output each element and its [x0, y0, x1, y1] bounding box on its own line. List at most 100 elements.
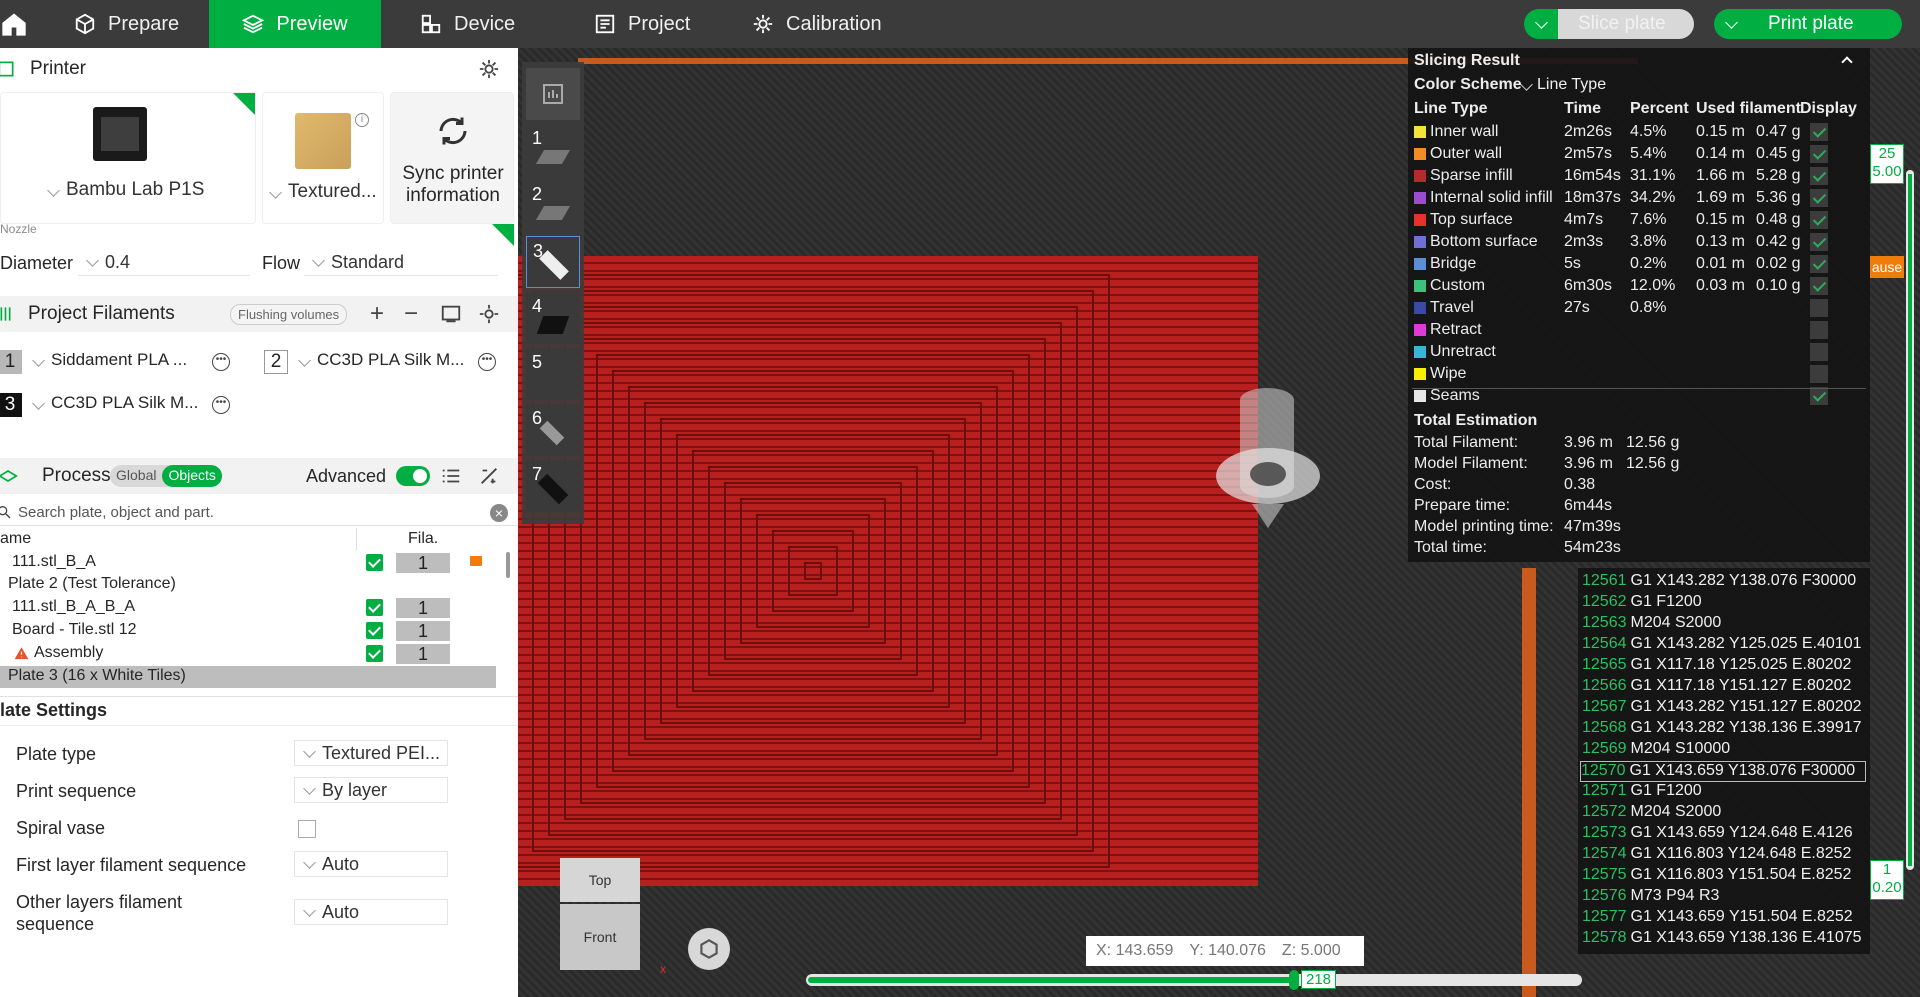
printer-settings-icon[interactable] — [478, 58, 500, 80]
scroll-thumb[interactable] — [506, 552, 510, 578]
filament-more-icon[interactable]: ••• — [212, 353, 230, 371]
info-icon[interactable]: i — [355, 113, 369, 127]
filament-settings-icon[interactable] — [478, 303, 500, 325]
tab-preview[interactable]: Preview — [209, 0, 381, 48]
print-dropdown[interactable] — [1714, 9, 1748, 39]
gcode-line[interactable]: 12578 G1 X143.659 Y138.136 E.41075 — [1582, 929, 1862, 950]
tab-project[interactable]: Project — [594, 0, 714, 48]
diameter-select[interactable]: 0.4 — [78, 250, 250, 276]
display-checkbox[interactable] — [1810, 387, 1828, 405]
compare-icon[interactable] — [478, 465, 500, 487]
object-checkbox[interactable] — [366, 554, 383, 571]
filament-more-icon[interactable]: ••• — [212, 396, 230, 414]
object-filament[interactable]: 1 — [396, 644, 450, 664]
display-checkbox[interactable] — [1810, 233, 1828, 251]
gcode-line[interactable]: 12564 G1 X143.282 Y125.025 E.40101 — [1582, 635, 1862, 656]
gcode-line[interactable]: 12573 G1 X143.659 Y124.648 E.4126 — [1582, 824, 1853, 845]
flow-select[interactable]: Standard — [304, 250, 498, 276]
view-front[interactable]: Front — [560, 904, 640, 970]
list-item[interactable]: Plate 2 (Test Tolerance) — [0, 574, 500, 596]
display-checkbox[interactable] — [1810, 321, 1828, 339]
view-top[interactable]: Top — [560, 858, 640, 902]
filament-select[interactable]: CC3D PLA Silk M... — [30, 393, 202, 419]
objects-option[interactable]: Objects — [162, 465, 222, 487]
gcode-line[interactable]: 12575 G1 X116.803 Y151.504 E.8252 — [1582, 866, 1851, 887]
plate-thumb[interactable]: 6 — [526, 404, 580, 456]
tab-prepare[interactable]: Prepare — [74, 0, 204, 48]
display-checkbox[interactable] — [1810, 189, 1828, 207]
display-checkbox[interactable] — [1810, 299, 1828, 317]
display-checkbox[interactable] — [1810, 211, 1828, 229]
gcode-line[interactable]: 12563 M204 S2000 — [1582, 614, 1721, 635]
sync-filament-icon[interactable] — [440, 303, 462, 325]
plate-thumb[interactable]: 2 — [526, 180, 580, 232]
scope-toggle[interactable]: Global Objects — [110, 465, 222, 487]
collapse-icon[interactable] — [1840, 54, 1854, 68]
gcode-line[interactable]: 12572 M204 S2000 — [1582, 803, 1721, 824]
object-filament[interactable]: 1 — [396, 553, 450, 573]
filament-select[interactable]: CC3D PLA Silk M... — [296, 350, 468, 376]
filament-item[interactable]: 1 Siddament PLA ... ••• — [0, 348, 250, 378]
gcode-line[interactable]: 12566 G1 X117.18 Y151.127 E.80202 — [1582, 677, 1851, 698]
clear-search-icon[interactable]: × — [490, 504, 508, 522]
advanced-toggle[interactable] — [396, 466, 430, 486]
gcode-line[interactable]: 12561 G1 X143.282 Y138.076 F30000 — [1582, 572, 1856, 593]
gcode-line[interactable]: 12577 G1 X143.659 Y151.504 E.8252 — [1582, 908, 1853, 929]
filament-item[interactable]: 3 CC3D PLA Silk M... ••• — [0, 391, 250, 421]
color-scheme-select[interactable]: Line Type — [1520, 76, 1766, 96]
print-sequence-select[interactable]: By layer — [294, 777, 448, 803]
printer-card[interactable]: Bambu Lab P1S — [0, 92, 256, 224]
gcode-line[interactable]: 12565 G1 X117.18 Y125.025 E.80202 — [1582, 656, 1851, 677]
gcode-line[interactable]: 12568 G1 X143.282 Y138.136 E.39917 — [1582, 719, 1862, 740]
filament-select[interactable]: Siddament PLA ... — [30, 350, 202, 376]
filament-more-icon[interactable]: ••• — [478, 353, 496, 371]
display-checkbox[interactable] — [1810, 255, 1828, 273]
list-icon[interactable] — [440, 465, 462, 487]
search-bar[interactable]: Search plate, object and part. × — [0, 500, 518, 526]
display-checkbox[interactable] — [1810, 123, 1828, 141]
object-checkbox[interactable] — [366, 645, 383, 662]
view-cube[interactable]: Top Front x — [560, 858, 666, 976]
object-checkbox[interactable] — [366, 599, 383, 616]
other-layers-sequence-select[interactable]: Auto — [294, 899, 448, 925]
gcode-line[interactable]: 12571 G1 F1200 — [1582, 782, 1702, 803]
pause-label[interactable]: ause — [1870, 256, 1904, 278]
spiral-vase-checkbox[interactable] — [298, 820, 316, 838]
list-item[interactable]: 111.stl_B_A_B_A 1 — [0, 597, 500, 619]
gcode-line[interactable]: 12569 M204 S10000 — [1582, 740, 1730, 761]
lock-icon[interactable] — [470, 556, 482, 566]
reset-view-icon[interactable] — [688, 928, 730, 970]
display-checkbox[interactable] — [1810, 343, 1828, 361]
plate-overview-icon[interactable] — [526, 68, 580, 120]
vertical-slider[interactable] — [1906, 170, 1914, 870]
slice-plate-button[interactable]: Slice plate — [1524, 9, 1694, 39]
tab-device[interactable]: Device — [420, 0, 540, 48]
list-item[interactable]: Plate 3 (16 x White Tiles) — [0, 666, 496, 688]
horizontal-slider[interactable]: 218 — [806, 970, 1582, 990]
add-filament-icon[interactable]: + — [370, 300, 384, 328]
slider-thumb[interactable] — [1289, 970, 1299, 990]
object-filament[interactable]: 1 — [396, 598, 450, 618]
plate-thumb[interactable]: 1 — [526, 124, 580, 176]
plate-select[interactable]: Textured... — [267, 181, 377, 203]
display-checkbox[interactable] — [1810, 167, 1828, 185]
remove-filament-icon[interactable]: − — [404, 300, 418, 328]
home-icon[interactable] — [0, 10, 28, 38]
list-item[interactable]: 111.stl_B_A 1 — [0, 552, 510, 578]
display-checkbox[interactable] — [1810, 365, 1828, 383]
flushing-volumes-button[interactable]: Flushing volumes — [230, 303, 348, 325]
list-item[interactable]: Assembly 1 — [0, 643, 500, 665]
plate-thumb[interactable]: 4 — [526, 292, 580, 344]
gcode-line[interactable]: 12576 M73 P94 R3 — [1582, 887, 1719, 908]
plate-thumb[interactable]: 7 — [526, 460, 580, 512]
tab-calibration[interactable]: Calibration — [752, 0, 912, 48]
plate-thumb[interactable]: 5 — [526, 348, 580, 400]
object-checkbox[interactable] — [366, 622, 383, 639]
gcode-line[interactable]: 12570 G1 X143.659 Y138.076 F30000 — [1580, 761, 1866, 782]
gcode-line[interactable]: 12567 G1 X143.282 Y151.127 E.80202 — [1582, 698, 1862, 719]
display-checkbox[interactable] — [1810, 277, 1828, 295]
slice-dropdown[interactable] — [1524, 9, 1558, 39]
gcode-line[interactable]: 12574 G1 X116.803 Y124.648 E.8252 — [1582, 845, 1851, 866]
filament-item[interactable]: 2 CC3D PLA Silk M... ••• — [264, 348, 514, 378]
printer-select[interactable]: Bambu Lab P1S — [45, 179, 204, 201]
